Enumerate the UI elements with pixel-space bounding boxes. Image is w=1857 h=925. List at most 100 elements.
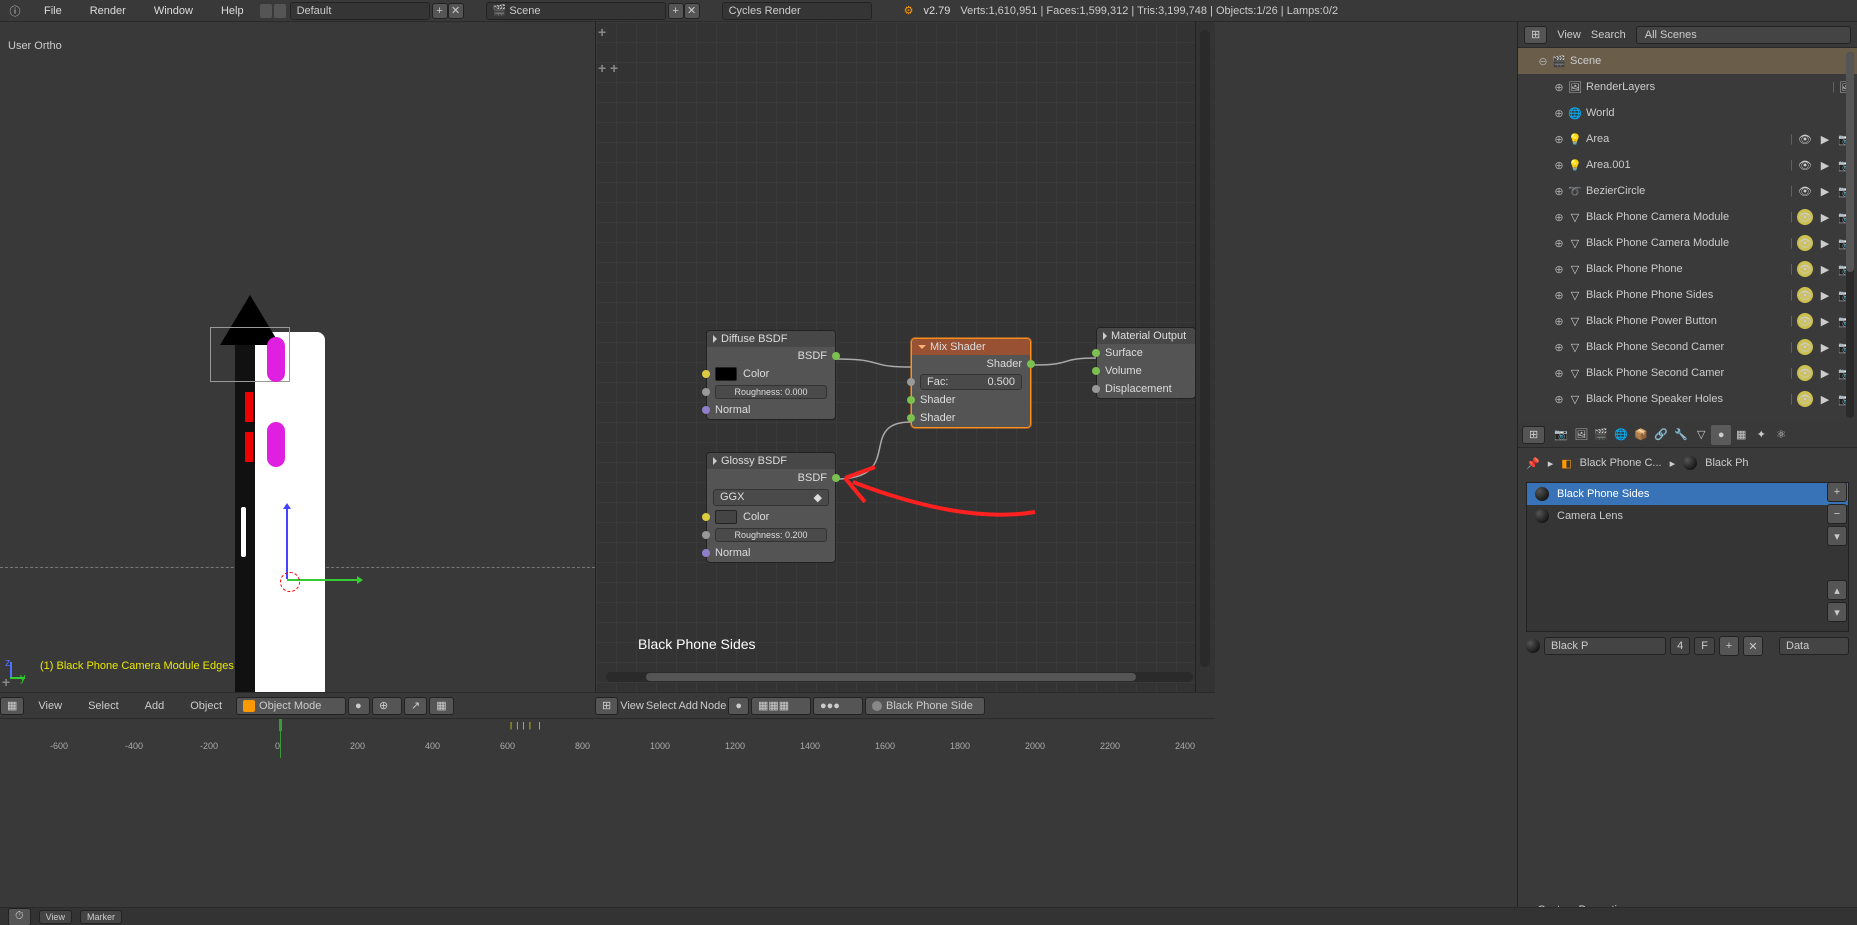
socket-displacement-in[interactable] [1092,385,1100,393]
screen-layout-dropdown[interactable]: Default [290,2,430,20]
node-diffuse-bsdf[interactable]: Diffuse BSDF BSDF Color Roughness: 0.000… [706,330,836,420]
tree-row[interactable]: ⊕ ▽ Black Phone Speaker Holes | 👁 ▶ 📷 [1518,386,1857,412]
material-slot-list[interactable]: Black Phone SidesCamera Lens [1526,482,1849,632]
distribution-dropdown[interactable]: GGX◆ [713,489,829,506]
material-fakeuser-button[interactable]: F [1694,637,1715,655]
bottom-field-2[interactable]: Marker [80,910,122,924]
socket-roughness-in[interactable] [702,531,710,539]
tree-row[interactable]: ⊕ ▽ Black Phone Camera Module | 👁 ▶ 📷 [1518,204,1857,230]
expand-icon[interactable]: ⊕ [1554,185,1564,198]
selectable-icon[interactable]: ▶ [1817,157,1833,173]
editor-type-node-icon[interactable]: ⊞ [595,697,618,715]
selectable-icon[interactable]: ▶ [1817,209,1833,225]
view3d-menu-add[interactable]: Add [133,700,177,712]
color-swatch[interactable] [715,367,737,381]
material-name-field[interactable]: Black P [1544,637,1666,655]
scene-add-button[interactable]: + [668,3,684,19]
view3d-menu-view[interactable]: View [26,700,74,712]
visibility-icon[interactable]: 👁 [1797,261,1813,277]
view3d-menu-select[interactable]: Select [76,700,131,712]
node-mix-shader[interactable]: Mix Shader Shader Fac:0.500 Shader Shade… [911,338,1031,428]
outliner-filter-dropdown[interactable]: All Scenes [1636,26,1851,44]
visibility-icon[interactable]: 👁 [1797,209,1813,225]
roughness-slider[interactable]: Roughness: 0.000 [715,385,827,399]
selectable-icon[interactable]: ▶ [1817,287,1833,303]
split-corner-icon[interactable]: + [2,674,10,690]
roughness-slider[interactable]: Roughness: 0.200 [715,528,827,542]
visibility-icon[interactable]: 👁 [1797,365,1813,381]
visibility-icon[interactable]: 👁 [1797,183,1813,199]
material-link-dropdown[interactable]: Data [1779,637,1849,655]
editor-type-timeline-icon[interactable]: ⏱ [8,908,31,925]
material-users-count[interactable]: 4 [1670,637,1690,655]
socket-color-in[interactable] [702,370,710,378]
tree-row[interactable]: ⊖ 🎬 Scene | [1518,48,1857,74]
tab-texture-icon[interactable]: ▦ [1731,425,1751,445]
layers-icon[interactable]: ▦ [429,697,453,715]
socket-shader1-in[interactable] [907,396,915,404]
tree-row[interactable]: ⊕ ▽ Black Phone Phone Sides | 👁 ▶ 📷 [1518,282,1857,308]
selectable-icon[interactable]: ▶ [1817,131,1833,147]
expand-icon[interactable]: ⊕ [1554,81,1564,94]
manipulator-icon[interactable]: ↗ [404,697,427,715]
split-corner-icon[interactable]: + [598,60,606,76]
material-remove-button[interactable]: − [1827,504,1847,524]
tab-constraints-icon[interactable]: 🔗 [1651,425,1671,445]
material-add-button[interactable]: + [1827,482,1847,502]
mode-dropdown[interactable]: Object Mode [236,697,346,715]
tree-row[interactable]: ⊕ 🌐 World | [1518,100,1857,126]
selectable-icon[interactable]: ▶ [1817,183,1833,199]
outliner-menu-search[interactable]: Search [1591,29,1626,41]
socket-normal-in[interactable] [702,549,710,557]
visibility-icon[interactable]: 👁 [1797,339,1813,355]
breadcrumb-material[interactable]: Black Ph [1705,457,1748,469]
node-editor[interactable]: + + + Diffuse BSDF BSDF Color Roughness:… [595,22,1215,692]
shading-dropdown[interactable]: ● [348,697,370,715]
editor-type-outliner-icon[interactable]: ⊞ [1524,26,1547,44]
material-slot-item[interactable]: Black Phone Sides [1527,483,1848,505]
material-new-button[interactable]: + [1719,636,1739,656]
visibility-icon[interactable]: 👁 [1797,235,1813,251]
axis-z-arrow[interactable] [286,509,288,579]
expand-icon[interactable]: ⊕ [1554,315,1564,328]
socket-volume-in[interactable] [1092,367,1100,375]
shader-type-icon[interactable]: ● [728,697,749,715]
node-menu-view[interactable]: View [620,700,644,712]
socket-normal-in[interactable] [702,406,710,414]
timeline[interactable]: | | | | | -600-400-200020040060080010001… [0,718,1215,758]
tab-object-icon[interactable]: 📦 [1631,425,1651,445]
outliner-vscroll[interactable] [1846,52,1854,418]
menu-help[interactable]: Help [207,5,258,17]
visibility-icon[interactable]: 👁 [1797,287,1813,303]
selectable-icon[interactable]: ▶ [1817,235,1833,251]
scene-dropdown[interactable]: 🎬 Scene [486,2,666,20]
render-engine-dropdown[interactable]: Cycles Render [722,2,872,20]
socket-roughness-in[interactable] [702,388,710,396]
expand-icon[interactable]: ⊕ [1554,159,1564,172]
tree-row[interactable]: ⊕ ▽ Black Phone Power Button | 👁 ▶ 📷 [1518,308,1857,334]
tab-particles-icon[interactable]: ✦ [1751,425,1771,445]
selectable-icon[interactable]: ▶ [1817,365,1833,381]
tree-row[interactable]: ⊕ ▽ Black Phone Phone | 👁 ▶ 📷 [1518,256,1857,282]
selectable-icon[interactable]: ▶ [1817,339,1833,355]
tree-row[interactable]: ⊕ ▽ Black Phone Camera Module | 👁 ▶ 📷 [1518,230,1857,256]
scroll-thumb[interactable] [1846,52,1854,272]
pivot-dropdown[interactable]: ⊕ [372,697,402,715]
socket-shader-out[interactable] [1027,360,1035,368]
menu-file[interactable]: File [30,5,76,17]
tree-row[interactable]: ⊕ 🖼 RenderLayers | 🖼 [1518,74,1857,100]
node-glossy-bsdf[interactable]: Glossy BSDF BSDF GGX◆ Color Roughness: 0… [706,452,836,563]
back-icon[interactable] [260,4,272,18]
visibility-icon[interactable]: 👁 [1797,131,1813,147]
expand-icon[interactable]: ⊕ [1554,107,1564,120]
outliner-tree[interactable]: ⊖ 🎬 Scene | ⊕ 🖼 RenderLayers | 🖼⊕ 🌐 Worl… [1518,48,1857,412]
tree-row[interactable]: ⊕ ▽ Black Phone Second Camer | 👁 ▶ 📷 [1518,334,1857,360]
selectable-icon[interactable]: ▶ [1817,313,1833,329]
socket-bsdf-out[interactable] [832,352,840,360]
pin-icon[interactable]: 📌 [1526,457,1540,470]
scene-del-button[interactable]: ✕ [684,3,700,19]
expand-icon[interactable]: ⊕ [1554,133,1564,146]
visibility-icon[interactable]: 👁 [1797,391,1813,407]
breadcrumb-object[interactable]: Black Phone C... [1580,457,1662,469]
layout-del-button[interactable]: ✕ [448,3,464,19]
